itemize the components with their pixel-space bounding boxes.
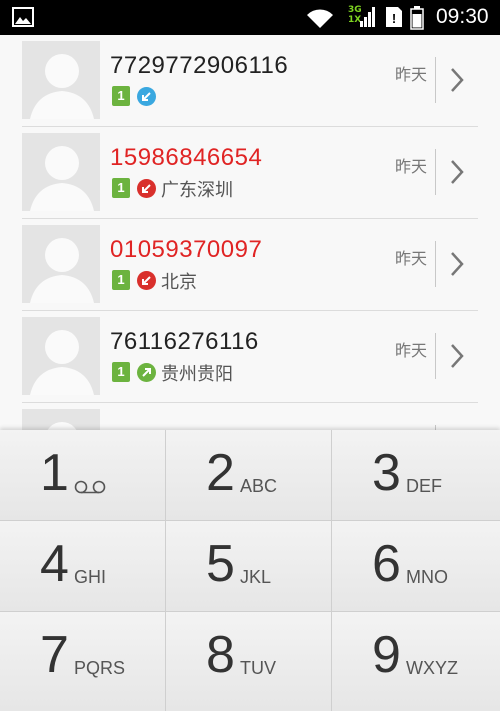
chevron-right-icon[interactable] (446, 249, 468, 283)
key-letters: MNO (406, 567, 448, 587)
dialpad-key-5[interactable]: 5 JKL (166, 521, 332, 612)
dialpad: 1 2 ABC 3 DEF 4 GHI 5 JKL 6 MNO 7 PQRS 8… (0, 430, 500, 711)
call-log-item[interactable]: 7729772906116 1 昨天 (0, 35, 500, 127)
key-digit: 3 (372, 444, 401, 502)
divider (435, 57, 436, 103)
wifi-icon (305, 7, 335, 33)
contact-avatar (22, 409, 100, 430)
missed-call-icon (137, 179, 156, 198)
chevron-right-icon[interactable] (446, 157, 468, 191)
dialpad-key-6[interactable]: 6 MNO (332, 521, 500, 612)
dialpad-key-8[interactable]: 8 TUV (166, 612, 332, 711)
call-log-item[interactable] (0, 403, 500, 430)
dialpad-key-1[interactable]: 1 (0, 430, 166, 521)
contact-avatar (22, 225, 100, 303)
contact-avatar (22, 317, 100, 395)
outgoing-call-icon (137, 363, 156, 382)
key-letters: TUV (240, 658, 276, 678)
key-digit: 8 (206, 626, 235, 684)
call-log-list[interactable]: 7729772906116 1 昨天 15986846654 1 广东深圳 昨天 (0, 35, 500, 430)
sim-card-icon: ! (384, 6, 404, 32)
key-letters: WXYZ (406, 658, 458, 678)
chevron-right-icon[interactable] (446, 341, 468, 375)
call-time: 昨天 (395, 157, 428, 176)
divider (435, 149, 436, 195)
image-notification-icon (12, 7, 34, 27)
call-log-item[interactable]: 01059370097 1 北京 昨天 (0, 219, 500, 311)
phone-number: 76116276116 (110, 328, 259, 355)
dialpad-key-9[interactable]: 9 WXYZ (332, 612, 500, 711)
svg-text:!: ! (392, 11, 396, 26)
signal-strength-icon (360, 7, 376, 31)
divider (435, 241, 436, 287)
incoming-call-icon (137, 87, 156, 106)
key-digit: 2 (206, 444, 235, 502)
sim-slot-badge: 1 (112, 362, 130, 382)
voicemail-icon (74, 479, 106, 498)
key-digit: 4 (40, 535, 69, 593)
battery-icon (410, 6, 424, 34)
key-digit: 9 (372, 626, 401, 684)
call-time: 昨天 (395, 65, 428, 84)
sim-slot-badge: 1 (112, 178, 130, 198)
missed-call-icon (137, 271, 156, 290)
call-time: 昨天 (395, 341, 428, 360)
key-digit: 6 (372, 535, 401, 593)
phone-number: 7729772906116 (110, 52, 289, 79)
key-letters: GHI (74, 567, 107, 587)
key-letters: PQRS (74, 658, 126, 678)
sim-slot-badge: 1 (112, 86, 130, 106)
call-log-item[interactable]: 76116276116 1 贵州贵阳 昨天 (0, 311, 500, 403)
chevron-right-icon[interactable] (446, 65, 468, 99)
dialpad-key-4[interactable]: 4 GHI (0, 521, 166, 612)
dialpad-key-7[interactable]: 7 PQRS (0, 612, 166, 711)
call-log-item[interactable]: 15986846654 1 广东深圳 昨天 (0, 127, 500, 219)
key-letters: JKL (240, 567, 272, 587)
dialpad-key-3[interactable]: 3 DEF (332, 430, 500, 521)
status-bar: 3G 1X ! 09:30 (0, 0, 500, 35)
key-digit: 7 (40, 626, 69, 684)
call-location: 贵州贵阳 (161, 364, 233, 385)
key-digit: 5 (206, 535, 235, 593)
call-location: 北京 (161, 272, 197, 293)
phone-number: 15986846654 (110, 144, 263, 171)
phone-number: 01059370097 (110, 236, 263, 263)
sim-slot-badge: 1 (112, 270, 130, 290)
dialpad-key-2[interactable]: 2 ABC (166, 430, 332, 521)
key-letters: DEF (406, 476, 442, 496)
key-digit: 1 (40, 444, 69, 502)
contact-avatar (22, 41, 100, 119)
call-location: 广东深圳 (161, 180, 233, 201)
status-time: 09:30 (436, 5, 489, 28)
key-letters: ABC (240, 476, 278, 496)
contact-avatar (22, 133, 100, 211)
call-time: 昨天 (395, 249, 428, 268)
divider (435, 333, 436, 379)
